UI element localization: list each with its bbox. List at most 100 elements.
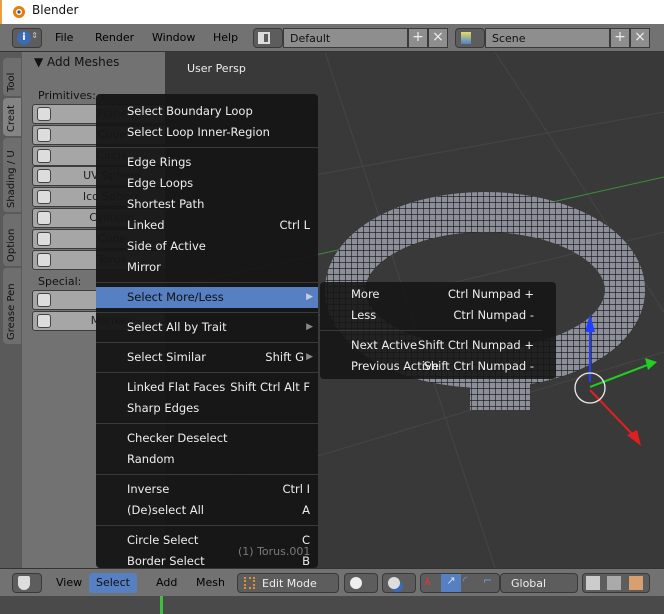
monkey-icon [37,314,51,328]
shortcut-label: Shift Ctrl Alt F [230,380,310,394]
add-layout-button[interactable]: + [408,28,428,48]
cylinder-icon [37,211,51,225]
edge-select-icon[interactable] [607,576,621,590]
torus-icon [37,252,51,267]
menu-item-select-loop-inner-region[interactable]: Select Loop Inner-Region [96,122,318,143]
menu-view[interactable]: View [56,576,82,589]
info-icon: i [17,31,31,45]
menu-item-more[interactable]: More Ctrl Numpad + [320,284,542,305]
shortcut-label: Shift Ctrl Numpad + [418,338,534,352]
menu-separator [96,312,318,313]
tab-options[interactable]: Option [3,214,21,266]
ico-sphere-icon [37,190,51,205]
blender-logo-icon [13,6,25,18]
scene-icon [461,32,471,44]
vertex-select-icon[interactable] [586,576,600,590]
circle-icon [37,148,51,163]
submenu-arrow-icon: ▶ [306,292,313,302]
menu-window[interactable]: Window [152,31,195,44]
timeline[interactable] [0,596,664,614]
shortcut-label: Ctrl Numpad + [447,287,534,301]
menu-separator [96,147,318,148]
grid-icon [37,293,51,307]
tab-create[interactable]: Creat [3,98,21,136]
add-scene-button[interactable]: + [610,28,630,48]
edit-mode-icon [244,577,255,589]
menu-separator [96,282,318,283]
menu-item-sharp-edges[interactable]: Sharp Edges [96,398,318,419]
rotate-icon[interactable]: ◜ [463,574,467,587]
menu-item-select-boundary-loop[interactable]: Select Boundary Loop [96,101,318,122]
special-label: Special: [38,275,82,288]
menu-item-inverse[interactable]: Inverse Ctrl I [96,479,318,500]
menu-item-mirror[interactable]: Mirror [96,257,318,278]
manipulator-toggle-icon[interactable]: ⅄ [424,575,431,588]
remove-layout-button[interactable]: × [428,28,448,48]
menu-item-de-select-all[interactable]: (De)select All A [96,500,318,521]
remove-scene-button[interactable]: × [630,28,650,48]
mode-dropdown[interactable]: Edit Mode [237,573,339,593]
editor-type-button[interactable] [12,573,42,593]
current-frame-marker[interactable] [160,596,163,614]
menu-separator [96,372,318,373]
menu-select[interactable]: Select [89,573,137,593]
cube-icon [37,127,51,142]
shortcut-label: A [302,503,310,517]
tab-shading-uv[interactable]: Shading / U [3,138,21,212]
shortcut-label: Ctrl L [279,218,310,232]
menu-item-random[interactable]: Random [96,449,318,470]
menu-separator [96,342,318,343]
pivot-dropdown[interactable] [382,573,416,593]
scale-icon[interactable]: ⌐ [483,574,492,587]
menu-item-less[interactable]: Less Ctrl Numpad - [320,305,542,326]
solid-shading-icon [350,577,362,589]
menu-mesh[interactable]: Mesh [196,576,225,589]
submenu-arrow-icon: ▶ [306,322,313,332]
select-menu: Select Boundary Loop Select Loop Inner-Re… [96,94,318,568]
tab-grease-pencil[interactable]: Grease Pen [3,268,21,344]
menu-item-next-active[interactable]: Next Active Shift Ctrl Numpad + [320,335,542,356]
tab-tool[interactable]: Tool [3,58,21,96]
layout-icon [258,32,270,44]
menu-item-linked[interactable]: Linked Ctrl L [96,215,318,236]
window-title: Blender [32,3,79,17]
menu-item-linked-flat-faces[interactable]: Linked Flat Faces Shift Ctrl Alt F [96,377,318,398]
tool-tabs: Tool Creat Shading / U Option Grease Pen [0,52,22,568]
scene-name-field[interactable]: Scene [485,28,610,48]
menu-item-previous-active[interactable]: Previous Active Shift Ctrl Numpad - [320,356,542,377]
shading-dropdown[interactable] [344,573,378,593]
menu-item-edge-loops[interactable]: Edge Loops [96,173,318,194]
panel-header[interactable]: ▼ Add Meshes [34,55,119,69]
translate-icon[interactable]: ↗ [441,574,461,592]
menu-item-select-similar[interactable]: Select Similar Shift G ▶ [96,347,318,368]
menu-item-checker-deselect[interactable]: Checker Deselect [96,428,318,449]
menu-separator [96,474,318,475]
menu-separator [320,330,542,331]
editor-type-button[interactable]: i ⇕ [12,28,42,48]
uv-sphere-icon [37,169,51,184]
top-header: i ⇕ File Render Window Help Default + × S… [0,24,664,52]
menu-file[interactable]: File [55,31,73,44]
submenu-arrow-icon: ▶ [306,352,313,362]
shortcut-label: Ctrl Numpad - [453,308,534,322]
menu-separator [96,423,318,424]
layout-selector-button[interactable] [253,28,283,48]
orientation-dropdown[interactable]: Global [500,573,578,593]
title-bar: Blender [0,0,664,24]
menu-item-select-all-by-trait[interactable]: Select All by Trait ▶ [96,317,318,338]
select-more-less-submenu: More Ctrl Numpad + Less Ctrl Numpad - Next A… [320,282,556,379]
menu-item-edge-rings[interactable]: Edge Rings [96,152,318,173]
menu-render[interactable]: Render [95,31,134,44]
menu-item-shortest-path[interactable]: Shortest Path [96,194,318,215]
3d-view-header: View Select Add Mesh Edit Mode ⅄ ↗ ◜ ⌐ G… [0,568,664,596]
menu-item-select-more-less[interactable]: Select More/Less ▶ [96,287,318,308]
menu-help[interactable]: Help [213,31,238,44]
menu-item-side-of-active[interactable]: Side of Active [96,236,318,257]
menu-separator [96,525,318,526]
pivot-icon [388,577,400,589]
scene-selector-button[interactable] [455,28,485,48]
object-info-label: (1) Torus.001 [238,545,311,558]
layout-name-field[interactable]: Default [283,28,408,48]
menu-add[interactable]: Add [156,576,177,589]
face-select-icon[interactable] [629,576,643,590]
